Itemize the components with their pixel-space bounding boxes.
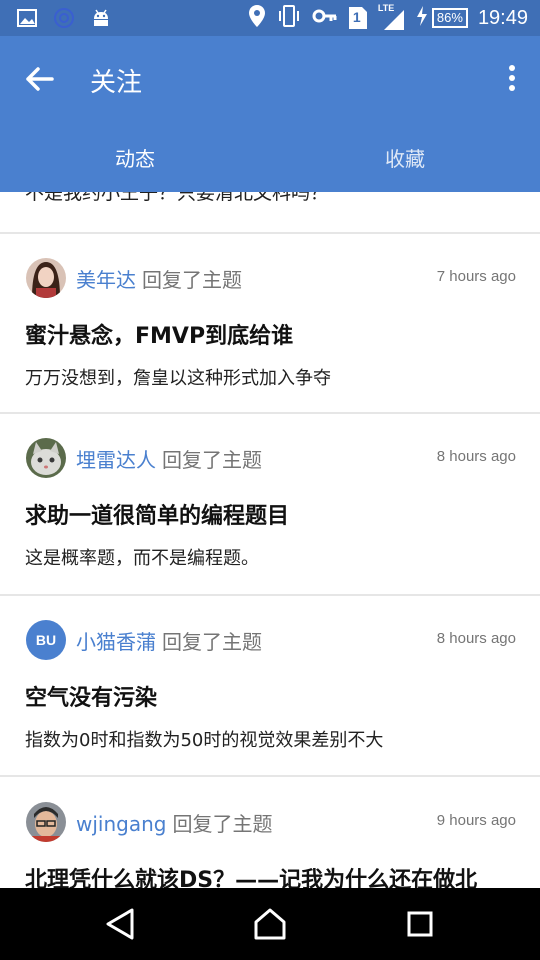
app-toolbar: 关注 bbox=[0, 36, 540, 122]
battery-level: 86% bbox=[431, 8, 468, 28]
topic-excerpt: 指数为0时和指数为50时的视觉效果差别不大 bbox=[25, 730, 384, 751]
username-link[interactable]: 埋雷达人 bbox=[76, 448, 156, 472]
item-meta: 美年达 回复了主题 bbox=[76, 264, 242, 293]
tab-favorites[interactable]: 收藏 bbox=[270, 122, 540, 192]
charging-icon bbox=[416, 5, 428, 31]
vibrate-icon bbox=[276, 4, 302, 32]
username-link[interactable]: 小猫香蒲 bbox=[76, 630, 156, 654]
tab-activity[interactable]: 动态 bbox=[0, 122, 270, 192]
topic-title[interactable]: 北理凭什么就该DS？——记我为什么还在做北 bbox=[25, 862, 477, 888]
timestamp: 9 hours ago bbox=[436, 812, 516, 829]
status-bar-system: 1 LTE 86% 19:49 bbox=[248, 3, 528, 32]
signal-icon: LTE bbox=[378, 3, 406, 31]
sim-icon: 1 bbox=[348, 6, 368, 30]
feed-list[interactable]: 不是我约小王子？只要清北文科吗？ 美年达 回复了主题 7 hours ago 蜜汁… bbox=[0, 192, 540, 888]
divider bbox=[0, 775, 540, 777]
item-meta: 小猫香蒲 回复了主题 bbox=[76, 626, 262, 655]
clock: 19:49 bbox=[477, 6, 528, 29]
topic-title[interactable]: 求助一道很简单的编程题目 bbox=[25, 498, 289, 530]
item-meta: 埋雷达人 回复了主题 bbox=[76, 444, 262, 473]
action-text: 回复了主题 bbox=[142, 268, 242, 292]
system-nav-bar bbox=[0, 888, 540, 960]
timestamp: 8 hours ago bbox=[436, 630, 516, 647]
username-link[interactable]: wjingang bbox=[76, 812, 166, 836]
status-bar-notifications bbox=[16, 6, 112, 34]
timestamp: 7 hours ago bbox=[436, 268, 516, 285]
action-text: 回复了主题 bbox=[162, 448, 262, 472]
battery-indicator: 86% bbox=[416, 5, 468, 31]
arrow-left-icon[interactable] bbox=[22, 62, 62, 96]
home-icon[interactable] bbox=[250, 906, 290, 942]
status-bar: 1 LTE 86% 19:49 bbox=[0, 0, 540, 36]
tab-bar: 动态 收藏 bbox=[0, 122, 540, 192]
sim-slot-label: 1 bbox=[352, 9, 361, 25]
partial-excerpt: 不是我约小王子？只要清北文科吗？ bbox=[25, 192, 330, 204]
topic-title[interactable]: 空气没有污染 bbox=[25, 680, 157, 712]
recents-icon[interactable] bbox=[400, 906, 440, 942]
username-link[interactable]: 美年达 bbox=[76, 268, 136, 292]
avatar[interactable] bbox=[26, 438, 66, 478]
avatar[interactable]: BU bbox=[26, 620, 66, 660]
topic-excerpt: 万万没想到，詹皇以这种形式加入争夺 bbox=[25, 368, 331, 389]
list-item[interactable]: 美年达 回复了主题 7 hours ago 蜜汁悬念，FMVP到底给谁 万万没想到… bbox=[0, 234, 540, 414]
android-icon bbox=[90, 7, 112, 33]
more-vertical-icon[interactable] bbox=[504, 62, 520, 98]
image-icon bbox=[16, 7, 38, 33]
list-item[interactable]: BU 小猫香蒲 回复了主题 8 hours ago 空气没有污染 指数为0时和指数… bbox=[0, 596, 540, 776]
location-icon bbox=[248, 4, 266, 32]
list-item[interactable]: wjingang 回复了主题 9 hours ago 北理凭什么就该DS？——记我… bbox=[0, 778, 540, 888]
topic-excerpt: 这是概率题，而不是编程题。 bbox=[25, 548, 259, 569]
action-text: 回复了主题 bbox=[162, 630, 262, 654]
avatar[interactable] bbox=[26, 802, 66, 842]
key-icon bbox=[312, 6, 338, 30]
sync-icon bbox=[52, 6, 76, 34]
item-meta: wjingang 回复了主题 bbox=[76, 808, 272, 837]
topic-title[interactable]: 蜜汁悬念，FMVP到底给谁 bbox=[25, 318, 293, 350]
avatar[interactable] bbox=[26, 258, 66, 298]
timestamp: 8 hours ago bbox=[436, 448, 516, 465]
list-item[interactable]: 埋雷达人 回复了主题 8 hours ago 求助一道很简单的编程题目 这是概率题… bbox=[0, 414, 540, 594]
back-triangle-icon[interactable] bbox=[100, 906, 140, 942]
action-text: 回复了主题 bbox=[172, 812, 273, 836]
page-title: 关注 bbox=[90, 68, 143, 98]
